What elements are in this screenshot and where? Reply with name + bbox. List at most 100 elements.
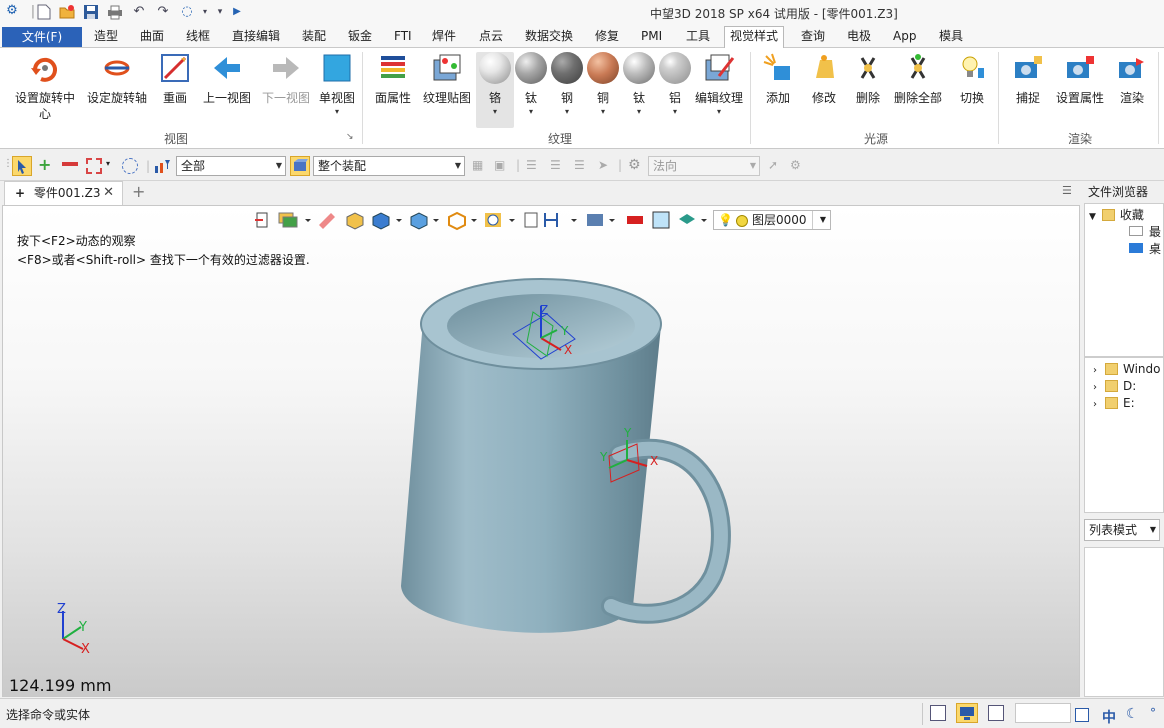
edit-texture-button[interactable]: 编辑纹理 ▾ [694, 52, 744, 117]
set-rotation-center-button[interactable]: 设置旋转中 心 [12, 52, 78, 122]
menu-visual-style[interactable]: 视觉样式 [724, 26, 785, 49]
menu-assembly[interactable]: 装配 [300, 27, 328, 47]
chevron-down-icon[interactable]: ▾ [197, 4, 213, 20]
tab-list-icon[interactable]: ☰ [1062, 184, 1072, 197]
ime-indicator[interactable]: 中 [1102, 707, 1116, 727]
menu-direct-edit[interactable]: 直接编辑 [230, 27, 282, 47]
menu-app[interactable]: App [891, 27, 918, 47]
set-rotation-axis-button[interactable]: 设定旋转轴 [86, 52, 148, 107]
tree-item-windows[interactable]: › Windo [1093, 362, 1161, 376]
tree-item-windows-label: Windo [1123, 362, 1161, 376]
menu-tools[interactable]: 工具 [684, 27, 712, 47]
chevron-down-icon: ▼ [1089, 212, 1096, 222]
settings-gear-icon[interactable]: ⚙ [628, 158, 644, 174]
expand-icon[interactable] [1075, 708, 1089, 722]
aluminum-material-button[interactable]: 铝 ▾ [658, 52, 692, 117]
align-left-icon[interactable]: ☰ [526, 158, 542, 174]
align-center-icon[interactable]: ☰ [550, 158, 566, 174]
assembly-combo[interactable]: 整个装配 ▼ [313, 156, 465, 176]
play-icon[interactable]: ▶ [229, 4, 245, 20]
tree-item-drive-d[interactable]: › D: [1093, 379, 1136, 393]
menu-mold[interactable]: 模具 [937, 27, 965, 47]
menu-modeling[interactable]: 造型 [92, 27, 120, 47]
steel-material-button[interactable]: 钢 ▾ [550, 52, 584, 117]
remove-selection-icon[interactable] [62, 162, 78, 166]
redraw-button[interactable]: 重画 [158, 52, 192, 107]
menu-wireframe[interactable]: 线框 [184, 27, 212, 47]
tree-item-favorites[interactable]: ▼ 收藏 [1089, 206, 1144, 223]
assembly-scope-icon[interactable] [290, 156, 310, 176]
delete-light-button[interactable]: 删除 [850, 52, 886, 107]
delete-all-lights-button[interactable]: 删除全部 [892, 52, 944, 107]
pick-settings-icon[interactable]: ⚙ [790, 158, 806, 174]
customize-quick-access-icon[interactable]: ▾ [212, 4, 228, 20]
single-view-button[interactable]: 单视图 ▾ [316, 52, 358, 117]
settings-icon[interactable]: ° [1150, 706, 1156, 720]
render-button[interactable]: 渲染 [1114, 52, 1150, 107]
layer-combo[interactable]: 💡 图层0000 ▼ [713, 210, 831, 230]
set-render-attributes-button[interactable]: 设置属性 [1054, 52, 1106, 107]
rotation-center-icon [29, 52, 61, 84]
redo-icon[interactable]: ↷ [155, 4, 171, 20]
menu-fti[interactable]: FTI [392, 27, 414, 47]
chrome-material-button[interactable]: 铬 ▾ [476, 52, 514, 128]
new-tab-icon[interactable]: + [132, 182, 145, 201]
filter-icon[interactable] [154, 158, 170, 174]
add-light-button[interactable]: 添加 [760, 52, 796, 107]
face-attributes-icon [377, 52, 409, 84]
undo-icon[interactable]: ↶ [131, 4, 147, 20]
capture-button[interactable]: 捕捉 [1010, 52, 1046, 107]
face-attributes-button[interactable]: 面属性 [372, 52, 414, 107]
status-input[interactable] [1015, 703, 1071, 723]
chevron-down-icon[interactable]: ▾ [106, 159, 110, 168]
pick-icon[interactable]: ➚ [768, 158, 784, 174]
filter-combo[interactable]: 全部 ▼ [176, 156, 286, 176]
save-icon[interactable] [83, 4, 99, 20]
layout-icon[interactable] [930, 705, 946, 721]
titanium-material-button[interactable]: 钛 ▾ [514, 52, 548, 117]
print-icon[interactable] [107, 4, 123, 20]
ribbon-separator [1158, 52, 1159, 144]
dialog-launcher-icon[interactable]: ↘ [346, 132, 354, 142]
menu-electrode[interactable]: 电极 [845, 27, 873, 47]
align-right-icon[interactable]: ☰ [574, 158, 590, 174]
list-mode-combo[interactable]: 列表模式 ▼ [1084, 519, 1160, 541]
tree-item-desktop[interactable]: 桌 [1129, 240, 1161, 257]
tree-item-drive-e[interactable]: › E: [1093, 396, 1135, 410]
box-select-icon[interactable] [86, 158, 102, 174]
file-list[interactable] [1084, 547, 1164, 697]
next-view-button[interactable]: 下一视图 [260, 52, 312, 107]
lock-icon[interactable]: ▣ [494, 158, 510, 174]
previous-view-button[interactable]: 上一视图 [202, 52, 252, 107]
modify-light-button[interactable]: 修改 [806, 52, 842, 107]
menu-file[interactable]: 文件(F) [2, 27, 82, 47]
select-pointer-icon[interactable] [12, 156, 32, 176]
toggle-light-button[interactable]: 切换 [954, 52, 990, 107]
select-shape-icon[interactable]: ◌ [179, 4, 195, 20]
menu-repair[interactable]: 修复 [593, 27, 621, 47]
tree-item-recent[interactable]: 最 [1129, 223, 1161, 240]
pointer-icon[interactable]: ➤ [598, 158, 614, 174]
moon-icon[interactable]: ☾ [1126, 706, 1139, 722]
new-file-icon[interactable] [36, 4, 52, 20]
list-view-icon[interactable] [988, 705, 1004, 721]
menu-data-exchange[interactable]: 数据交换 [523, 27, 575, 47]
grid-snap-icon[interactable]: ▦ [472, 158, 488, 174]
document-tab[interactable]: + 零件001.Z3 ✕ [4, 181, 123, 205]
copper-material-button[interactable]: 铜 ▾ [586, 52, 620, 117]
menu-inquire[interactable]: 查询 [799, 27, 827, 47]
texture-map-button[interactable]: 纹理贴图 [422, 52, 472, 107]
menu-sheet-metal[interactable]: 钣金 [346, 27, 374, 47]
3d-viewport[interactable]: 💡 图层0000 ▼ 按下<F2>动态的观察 <F8>或者<Shift-roll… [2, 205, 1080, 697]
menu-surface[interactable]: 曲面 [138, 27, 166, 47]
menu-pmi[interactable]: PMI [639, 27, 664, 47]
display-mode-icon[interactable] [956, 703, 978, 723]
normal-combo[interactable]: 法向 ▼ [648, 156, 760, 176]
menu-weldment[interactable]: 焊件 [430, 27, 458, 47]
menu-point-cloud[interactable]: 点云 [477, 27, 505, 47]
open-folder-icon[interactable] [59, 4, 75, 20]
close-icon[interactable]: ✕ [103, 182, 114, 204]
add-selection-icon[interactable]: + [38, 157, 54, 174]
titanium-material-button-2[interactable]: 钛 ▾ [622, 52, 656, 117]
lasso-select-icon[interactable] [122, 158, 138, 174]
